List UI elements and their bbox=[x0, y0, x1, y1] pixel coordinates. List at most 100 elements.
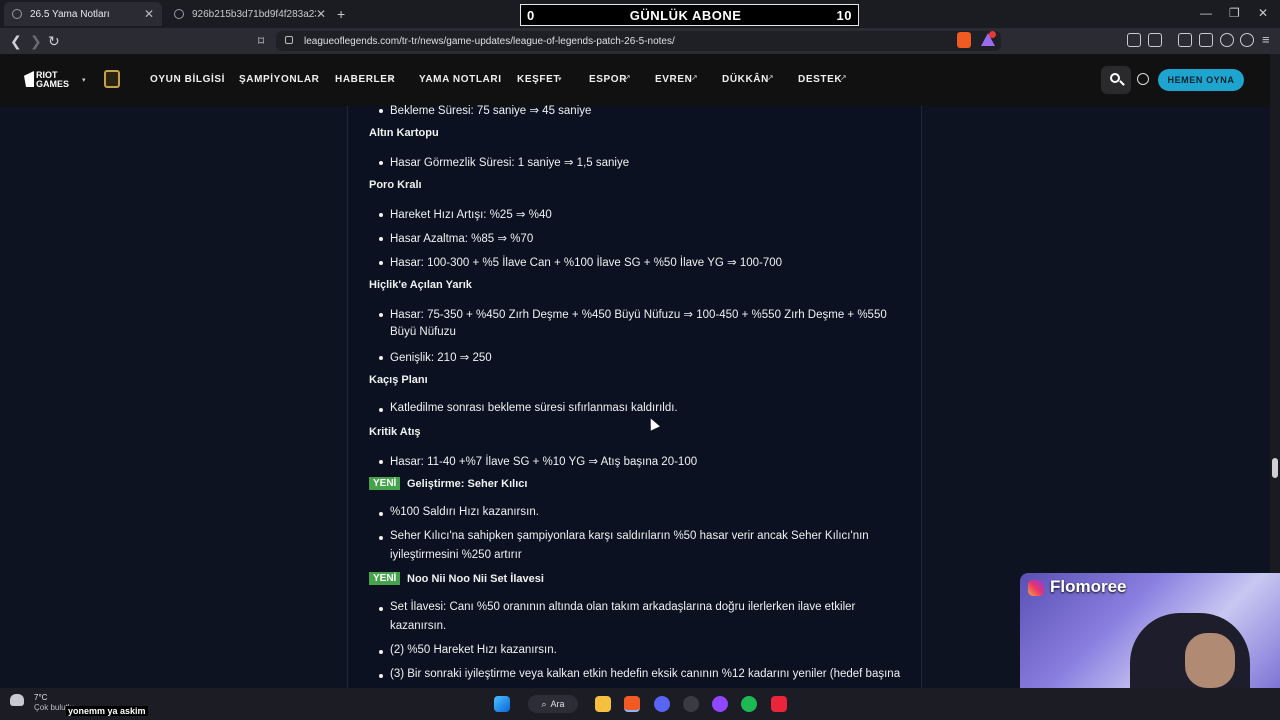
play-now-button[interactable]: HEMEN OYNA bbox=[1158, 69, 1244, 91]
file-explorer-icon[interactable] bbox=[595, 696, 611, 712]
search-icon: ⌕ bbox=[541, 698, 547, 709]
list-item: Hasar Azaltma: %85 ⇒ %70 bbox=[390, 233, 534, 245]
list-item-continuation: kazanırsın. bbox=[390, 620, 447, 632]
forward-icon[interactable]: ❯ bbox=[30, 33, 42, 49]
bullet-dot bbox=[379, 607, 383, 611]
bullet-dot bbox=[379, 237, 383, 241]
leo-icon[interactable] bbox=[1199, 33, 1213, 47]
brave-shield-icon[interactable] bbox=[957, 32, 971, 48]
new-badge: YENİ bbox=[369, 572, 401, 585]
list-item-continuation: Büyü Nüfuzu bbox=[390, 326, 456, 338]
bullet-dot bbox=[379, 109, 383, 113]
new-badge: YENİ bbox=[369, 477, 401, 490]
nav-sampiyonlar[interactable]: ŞAMPİYONLAR bbox=[239, 74, 320, 85]
site-info-icon[interactable] bbox=[285, 36, 293, 44]
url-text: leagueoflegends.com/tr-tr/news/game-upda… bbox=[304, 35, 675, 47]
windows-start-icon[interactable] bbox=[494, 696, 510, 712]
bookmark-icon[interactable]: ⌑ bbox=[258, 33, 264, 49]
new-tab-button[interactable]: + bbox=[337, 6, 345, 22]
nav-dukkan[interactable]: DÜKKÂN bbox=[722, 74, 769, 85]
ai-icon[interactable] bbox=[1220, 33, 1234, 47]
list-item: (3) Bir sonraki iyileştirme veya kalkan … bbox=[390, 668, 901, 680]
list-item: Hasar Görmezlik Süresi: 1 saniye ⇒ 1,5 s… bbox=[390, 157, 630, 169]
maximize-icon[interactable]: ❐ bbox=[1229, 6, 1240, 20]
list-item: Hareket Hızı Artışı: %25 ⇒ %40 bbox=[390, 209, 552, 221]
list-item: Hasar: 75-350 + %450 Zırh Deşme + %450 B… bbox=[390, 309, 887, 321]
spotify-icon[interactable] bbox=[741, 696, 757, 712]
bullet-dot bbox=[379, 536, 383, 540]
nav-oyun-bilgisi[interactable]: OYUN BİLGİSİ bbox=[150, 74, 225, 85]
url-field[interactable]: leagueoflegends.com/tr-tr/news/game-upda… bbox=[276, 31, 1001, 51]
tab-patch-notes[interactable]: 26.5 Yama Notları ✕ bbox=[4, 2, 162, 26]
list-item: (2) %50 Hareket Hızı kazanırsın. bbox=[390, 644, 557, 656]
windows-taskbar bbox=[0, 688, 1280, 720]
nav-haberler[interactable]: HABERLER bbox=[335, 74, 395, 85]
bullet-dot bbox=[379, 313, 383, 317]
vpn-icon[interactable] bbox=[1240, 33, 1254, 47]
lol-logo-icon[interactable] bbox=[104, 70, 120, 88]
streamer-face bbox=[1185, 633, 1235, 688]
subscriber-counter-overlay: 0 GÜNLÜK ABONE 10 bbox=[520, 4, 859, 26]
list-item: Bekleme Süresi: 75 saniye ⇒ 45 saniye bbox=[390, 105, 592, 117]
steam-icon[interactable] bbox=[683, 696, 699, 712]
back-icon[interactable]: ❮ bbox=[10, 33, 22, 49]
list-item: Set İlavesi: Canı %50 oranının altında o… bbox=[390, 601, 856, 613]
external-link-icon: ↗ bbox=[840, 73, 847, 82]
list-item: Hasar: 100-300 + %5 İlave Can + %100 İla… bbox=[390, 257, 783, 269]
notification-dot bbox=[989, 31, 996, 38]
riot-games-logo[interactable]: RIOT GAMES bbox=[36, 71, 80, 89]
counter-left: 0 bbox=[527, 7, 535, 23]
bullet-dot bbox=[379, 512, 383, 516]
window-close-icon[interactable]: ✕ bbox=[1258, 6, 1268, 20]
section-title: Kaçış Planı bbox=[369, 374, 428, 386]
nav-destek[interactable]: DESTEK bbox=[798, 74, 842, 85]
search-button[interactable] bbox=[1101, 66, 1131, 94]
bullet-dot bbox=[379, 408, 383, 412]
twitch-icon[interactable] bbox=[712, 696, 728, 712]
sidebar-icon[interactable] bbox=[1178, 33, 1192, 47]
taskbar-search[interactable]: ⌕ Ara bbox=[528, 695, 578, 713]
tab-title: 926b215b3d71bd9f4f283a23937617… bbox=[192, 8, 316, 20]
list-item-continuation: iyileştirmesini %250 artırır bbox=[390, 549, 522, 561]
globe-icon bbox=[174, 9, 184, 19]
list-item: Seher Kılıcı'na sahipken şampiyonlara ka… bbox=[390, 530, 869, 542]
riot-client-icon[interactable] bbox=[771, 696, 787, 712]
streamer-name: Flomoree bbox=[1050, 577, 1127, 596]
nav-kesfet[interactable]: KEŞFET bbox=[517, 74, 560, 85]
section-title: Kritik Atış bbox=[369, 426, 421, 438]
nav-evren[interactable]: EVREN bbox=[655, 74, 692, 85]
bullet-dot bbox=[379, 213, 383, 217]
globe-icon[interactable] bbox=[1137, 73, 1149, 85]
external-link-icon: ↗ bbox=[767, 73, 774, 82]
bullet-dot bbox=[379, 356, 383, 360]
globe-icon bbox=[12, 9, 22, 19]
bullet-dot bbox=[379, 674, 383, 678]
tab-hash[interactable]: 926b215b3d71bd9f4f283a23937617… ✕ bbox=[166, 2, 334, 26]
reload-icon[interactable]: ↻ bbox=[48, 33, 60, 49]
wallet-icon[interactable] bbox=[1148, 33, 1162, 47]
taskbar-search-label: Ara bbox=[550, 699, 565, 709]
menu-icon[interactable]: ≡ bbox=[1262, 32, 1270, 47]
close-icon[interactable]: ✕ bbox=[316, 7, 326, 21]
section-title: Hiçlik'e Açılan Yarık bbox=[369, 279, 472, 291]
counter-title: GÜNLÜK ABONE bbox=[629, 7, 742, 23]
nav-espor[interactable]: ESPOR bbox=[589, 74, 627, 85]
brave-browser-icon[interactable] bbox=[624, 696, 640, 712]
close-icon[interactable]: ✕ bbox=[144, 7, 154, 21]
bullet-dot bbox=[379, 650, 383, 654]
minimize-icon[interactable]: — bbox=[1200, 6, 1212, 20]
chevron-down-icon: ▾ bbox=[558, 76, 562, 83]
tab-title: 26.5 Yama Notları bbox=[30, 8, 110, 20]
discord-icon[interactable] bbox=[654, 696, 670, 712]
bullet-dot bbox=[379, 161, 383, 165]
section-title: Poro Kralı bbox=[369, 179, 422, 191]
now-playing-text: yonemm ya askim bbox=[66, 706, 148, 716]
extensions-icon[interactable] bbox=[1127, 33, 1141, 47]
chevron-down-icon: ▾ bbox=[389, 76, 393, 83]
address-toolbar: ❮ ❯ ↻ ⌑ leagueoflegends.com/tr-tr/news/g… bbox=[0, 28, 1280, 54]
list-item: Katledilme sonrası bekleme süresi sıfırl… bbox=[390, 402, 678, 414]
cloud-icon bbox=[10, 694, 24, 706]
scrollbar-thumb[interactable] bbox=[1272, 458, 1278, 478]
nav-yama-notlari[interactable]: YAMA NOTLARI bbox=[419, 74, 502, 85]
chevron-down-icon: ▾ bbox=[82, 77, 86, 84]
